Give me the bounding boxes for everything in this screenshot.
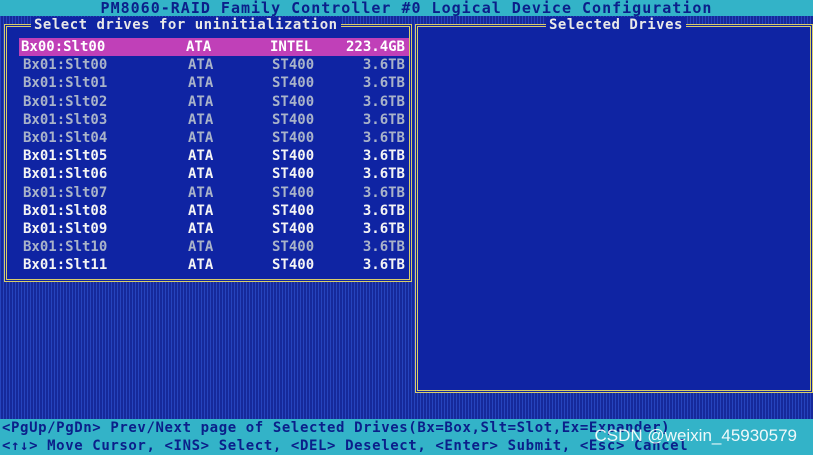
drive-type: ATA <box>188 111 214 128</box>
drive-type: ATA <box>188 166 214 183</box>
drive-model: ST400 <box>272 184 315 201</box>
drive-row[interactable]: Bx01:Slt00 ATA ST400 3.6TB <box>21 56 409 74</box>
drive-row[interactable]: Bx01:Slt07 ATA ST400 3.6TB <box>21 184 409 202</box>
drive-size: 3.6TB <box>362 166 405 183</box>
drive-size: 3.6TB <box>362 148 405 165</box>
drive-size: 3.6TB <box>362 220 405 237</box>
drive-type: ATA <box>188 75 214 92</box>
drive-row[interactable]: Bx01:Slt06 ATA ST400 3.6TB <box>21 165 409 183</box>
drive-type: ATA <box>188 257 214 274</box>
drive-row[interactable]: Bx01:Slt02 ATA ST400 3.6TB <box>21 93 409 111</box>
drive-type: ATA <box>188 148 214 165</box>
drive-type: ATA <box>188 184 214 201</box>
drive-row[interactable]: Bx01:Slt01 ATA ST400 3.6TB <box>21 74 409 92</box>
drive-name: Bx00:Slt00 <box>21 39 106 55</box>
drive-name: Bx01:Slt01 <box>23 75 108 92</box>
drive-type: ATA <box>188 202 214 219</box>
drive-model: ST400 <box>272 57 315 74</box>
selected-drives-panel: Selected Drives <box>415 17 813 393</box>
drive-size: 3.6TB <box>362 202 405 219</box>
drive-type: ATA <box>188 57 214 74</box>
drive-row[interactable]: Bx00:Slt00 ATA INTEL 223.4GB <box>19 38 409 57</box>
drive-name: Bx01:Slt11 <box>23 257 108 274</box>
window-title: PM8060-RAID Family Controller #0 Logical… <box>0 0 813 16</box>
drive-size: 223.4GB <box>345 39 405 55</box>
drive-size: 3.6TB <box>362 57 405 74</box>
drive-size: 3.6TB <box>362 75 405 92</box>
drive-model: ST400 <box>272 93 315 110</box>
drive-name: Bx01:Slt09 <box>23 220 108 237</box>
drive-size: 3.6TB <box>362 257 405 274</box>
drive-row[interactable]: Bx01:Slt05 ATA ST400 3.6TB <box>21 147 409 165</box>
drive-select-panel-title: Select drives for uninitialization <box>31 17 341 33</box>
drive-model: ST400 <box>272 75 315 92</box>
drive-name: Bx01:Slt00 <box>23 57 108 74</box>
drive-type: ATA <box>188 129 214 146</box>
drive-name: Bx01:Slt03 <box>23 111 108 128</box>
drive-name: Bx01:Slt10 <box>23 239 108 256</box>
drive-row[interactable]: Bx01:Slt09 ATA ST400 3.6TB <box>21 220 409 238</box>
drive-model: ST400 <box>272 129 315 146</box>
drive-name: Bx01:Slt08 <box>23 202 108 219</box>
drive-model: ST400 <box>272 257 315 274</box>
drive-select-panel: Select drives for uninitialization Bx00:… <box>4 17 412 282</box>
drive-row[interactable]: Bx01:Slt11 ATA ST400 3.6TB <box>21 256 409 274</box>
drive-row[interactable]: Bx01:Slt10 ATA ST400 3.6TB <box>21 238 409 256</box>
drive-type: ATA <box>186 39 212 55</box>
drive-model: ST400 <box>272 220 315 237</box>
drive-name: Bx01:Slt07 <box>23 184 108 201</box>
drive-size: 3.6TB <box>362 239 405 256</box>
drive-list: Bx00:Slt00 ATA INTEL 223.4GB Bx01:Slt00 ATA ST… <box>19 38 409 274</box>
drive-name: Bx01:Slt02 <box>23 93 108 110</box>
selected-drives-panel-title: Selected Drives <box>546 17 686 33</box>
drive-model: ST400 <box>272 111 315 128</box>
watermark: CSDN @weixin_45930579 <box>594 426 797 445</box>
drive-type: ATA <box>188 220 214 237</box>
drive-size: 3.6TB <box>362 93 405 110</box>
drive-size: 3.6TB <box>362 129 405 146</box>
drive-size: 3.6TB <box>362 184 405 201</box>
drive-name: Bx01:Slt05 <box>23 148 108 165</box>
drive-model: ST400 <box>272 148 315 165</box>
drive-row[interactable]: Bx01:Slt04 ATA ST400 3.6TB <box>21 129 409 147</box>
drive-model: ST400 <box>272 166 315 183</box>
drive-type: ATA <box>188 93 214 110</box>
drive-size: 3.6TB <box>362 111 405 128</box>
drive-model: ST400 <box>272 202 315 219</box>
drive-row[interactable]: Bx01:Slt08 ATA ST400 3.6TB <box>21 202 409 220</box>
drive-name: Bx01:Slt04 <box>23 129 108 146</box>
drive-type: ATA <box>188 239 214 256</box>
drive-model: ST400 <box>272 239 315 256</box>
drive-name: Bx01:Slt06 <box>23 166 108 183</box>
drive-row[interactable]: Bx01:Slt03 ATA ST400 3.6TB <box>21 111 409 129</box>
drive-model: INTEL <box>270 39 313 55</box>
